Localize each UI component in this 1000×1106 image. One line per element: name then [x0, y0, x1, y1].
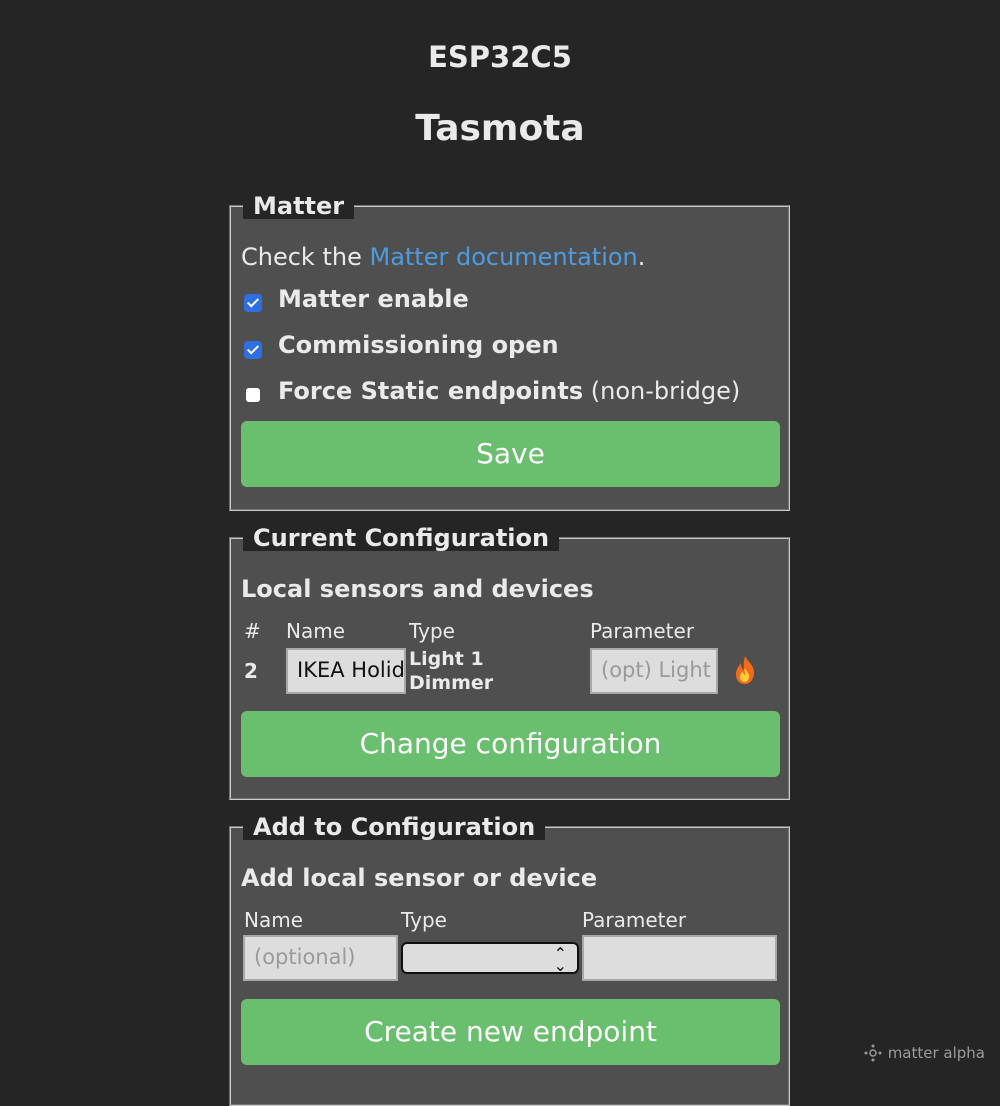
- save-button[interactable]: Save: [241, 421, 780, 487]
- matter-legend: Matter: [243, 193, 354, 219]
- force-static-label: Force Static endpoints: [278, 377, 583, 405]
- app-title: Tasmota: [0, 108, 1000, 149]
- col-header-name: Name: [286, 619, 345, 643]
- commissioning-open-checkbox[interactable]: [244, 341, 262, 359]
- doc-line: Check the Matter documentation.: [241, 243, 645, 271]
- matter-logo-icon: [864, 1044, 882, 1062]
- row-index: 2: [244, 659, 258, 683]
- endpoint-type-line1: Light 1: [409, 647, 493, 671]
- add-type-select[interactable]: ⌃⌄: [401, 942, 579, 974]
- doc-prefix: Check the: [241, 243, 369, 271]
- col-header-type: Type: [409, 619, 455, 643]
- device-name: ESP32C5: [0, 40, 1000, 74]
- endpoint-type-line2: Dimmer: [409, 671, 493, 695]
- matter-enable-label: Matter enable: [278, 285, 469, 313]
- add-name-label: Name: [244, 908, 303, 932]
- endpoint-parameter-input[interactable]: (opt) Light: [590, 648, 718, 694]
- add-type-label: Type: [401, 908, 447, 932]
- add-name-input[interactable]: (optional): [243, 935, 398, 981]
- add-config-legend: Add to Configuration: [243, 814, 545, 840]
- change-configuration-button[interactable]: Change configuration: [241, 711, 780, 777]
- force-static-checkbox[interactable]: [246, 388, 260, 402]
- matter-documentation-link[interactable]: Matter documentation: [369, 243, 637, 271]
- watermark-text: matter alpha: [888, 1044, 985, 1062]
- add-parameter-input[interactable]: [582, 935, 777, 981]
- watermark: matter alpha: [864, 1044, 985, 1062]
- chevron-updown-icon: ⌃⌄: [554, 948, 567, 972]
- add-config-panel: Add to Configuration Add local sensor or…: [229, 826, 790, 1106]
- add-device-subtitle: Add local sensor or device: [241, 864, 597, 892]
- force-static-note: (non-bridge): [591, 377, 741, 405]
- current-config-legend: Current Configuration: [243, 525, 559, 551]
- matter-enable-checkbox[interactable]: [244, 294, 262, 312]
- col-header-index: #: [244, 619, 261, 643]
- current-config-panel: Current Configuration Local sensors and …: [229, 537, 790, 800]
- matter-panel: Matter Check the Matter documentation. M…: [229, 205, 790, 511]
- endpoint-name-input[interactable]: IKEA Holid: [286, 648, 406, 694]
- create-endpoint-button[interactable]: Create new endpoint: [241, 999, 780, 1065]
- endpoint-type: Light 1 Dimmer: [409, 647, 493, 695]
- commissioning-open-label: Commissioning open: [278, 331, 559, 359]
- doc-suffix: .: [638, 243, 646, 271]
- col-header-parameter: Parameter: [590, 619, 694, 643]
- fire-icon[interactable]: [734, 655, 756, 685]
- add-parameter-label: Parameter: [582, 908, 686, 932]
- force-static-line: Force Static endpoints (non-bridge): [278, 377, 740, 405]
- local-devices-subtitle: Local sensors and devices: [241, 575, 594, 603]
